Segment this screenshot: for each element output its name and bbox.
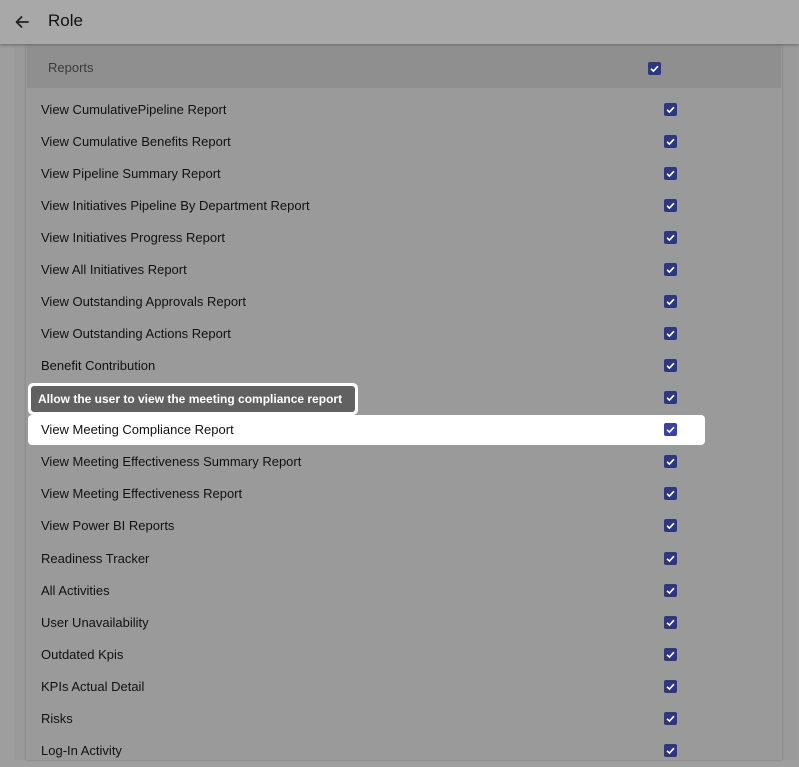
tooltip-text: Allow the user to view the meeting compl… [38, 392, 343, 406]
permission-label: Readiness Tracker [41, 551, 150, 566]
permission-label: Benefit Contribution [41, 358, 156, 373]
permission-checkbox[interactable] [664, 712, 677, 725]
permission-label: View Outstanding Actions Report [41, 326, 231, 341]
app-bar: Role [0, 0, 799, 44]
tooltip: Allow the user to view the meeting compl… [28, 383, 358, 415]
permission-row: User Unavailability [27, 607, 781, 639]
permission-checkbox[interactable] [664, 295, 677, 308]
permission-label: Risks [41, 711, 73, 726]
permission-label: View Meeting Compliance Report [41, 422, 234, 437]
permission-row: Outdated Kpis [27, 639, 781, 671]
permission-checkbox[interactable] [664, 199, 677, 212]
permission-checkbox[interactable] [664, 231, 677, 244]
permission-label: Log-In Activity [41, 743, 122, 758]
permission-label: View Initiatives Progress Report [41, 230, 226, 245]
permission-label: View Outstanding Approvals Report [41, 294, 246, 309]
permission-label: View CumulativePipeline Report [41, 102, 227, 117]
permission-row: View Initiatives Progress Report [27, 222, 781, 254]
permission-label: View Cumulative Benefits Report [41, 134, 231, 149]
permission-row: View Power BI Reports [27, 510, 781, 542]
section-header-reports: Reports [27, 47, 781, 88]
permission-checkbox[interactable] [664, 135, 677, 148]
permission-label: View Initiatives Pipeline By Department … [41, 198, 310, 213]
select-all-checkbox[interactable] [648, 62, 661, 75]
permission-checkbox[interactable] [664, 103, 677, 116]
permission-checkbox[interactable] [664, 584, 677, 597]
permission-checkbox[interactable] [664, 519, 677, 532]
permission-label: All Activities [41, 583, 110, 598]
permission-row: View Meeting Effectiveness Report [27, 478, 781, 510]
permission-checkbox[interactable] [664, 455, 677, 468]
permission-label: View Power BI Reports [41, 518, 175, 533]
permission-row: KPIs Actual Detail [27, 671, 781, 703]
permission-row: View Cumulative Benefits Report [27, 126, 781, 158]
permission-checkbox[interactable] [664, 391, 677, 404]
arrow-left-icon[interactable] [12, 12, 32, 32]
section-title: Reports [48, 60, 94, 75]
permission-row: Benefit Contribution [27, 350, 781, 382]
permission-checkbox[interactable] [664, 327, 677, 340]
permission-checkbox[interactable] [664, 552, 677, 565]
permission-checkbox[interactable] [664, 359, 677, 372]
permission-checkbox[interactable] [664, 744, 677, 757]
permission-row: View Outstanding Actions Report [27, 318, 781, 350]
permission-checkbox[interactable] [664, 167, 677, 180]
permission-checkbox[interactable] [664, 648, 677, 661]
permission-label: View All Initiatives Report [41, 262, 187, 277]
permission-row: View Initiatives Pipeline By Department … [27, 190, 781, 222]
permission-row: View Pipeline Summary Report [27, 158, 781, 190]
permission-row: Log-In Activity [27, 735, 781, 767]
permission-row: View Meeting Compliance Report [28, 415, 705, 445]
permission-checkbox[interactable] [664, 263, 677, 276]
page-title: Role [48, 11, 83, 30]
permission-row: Readiness Tracker [27, 543, 781, 575]
permission-label: KPIs Actual Detail [41, 679, 145, 694]
permission-checkbox[interactable] [664, 680, 677, 693]
permission-label: Outdated Kpis [41, 647, 124, 662]
permission-checkbox[interactable] [664, 487, 677, 500]
permission-label: View Meeting Effectiveness Report [41, 486, 243, 501]
permission-checkbox[interactable] [664, 423, 677, 436]
permission-row: View CumulativePipeline Report [27, 94, 781, 126]
permission-label: View Pipeline Summary Report [41, 166, 221, 181]
permission-checkbox[interactable] [664, 616, 677, 629]
permission-row: View Meeting Effectiveness Summary Repor… [27, 446, 781, 478]
permission-label: View Meeting Effectiveness Summary Repor… [41, 454, 302, 469]
permission-row: View All Initiatives Report [27, 254, 781, 286]
permission-label: User Unavailability [41, 615, 149, 630]
tooltip-body: Allow the user to view the meeting compl… [31, 386, 355, 412]
permission-row: View Outstanding Approvals Report [27, 286, 781, 318]
permission-row: All Activities [27, 575, 781, 607]
permission-row: Risks [27, 703, 781, 735]
